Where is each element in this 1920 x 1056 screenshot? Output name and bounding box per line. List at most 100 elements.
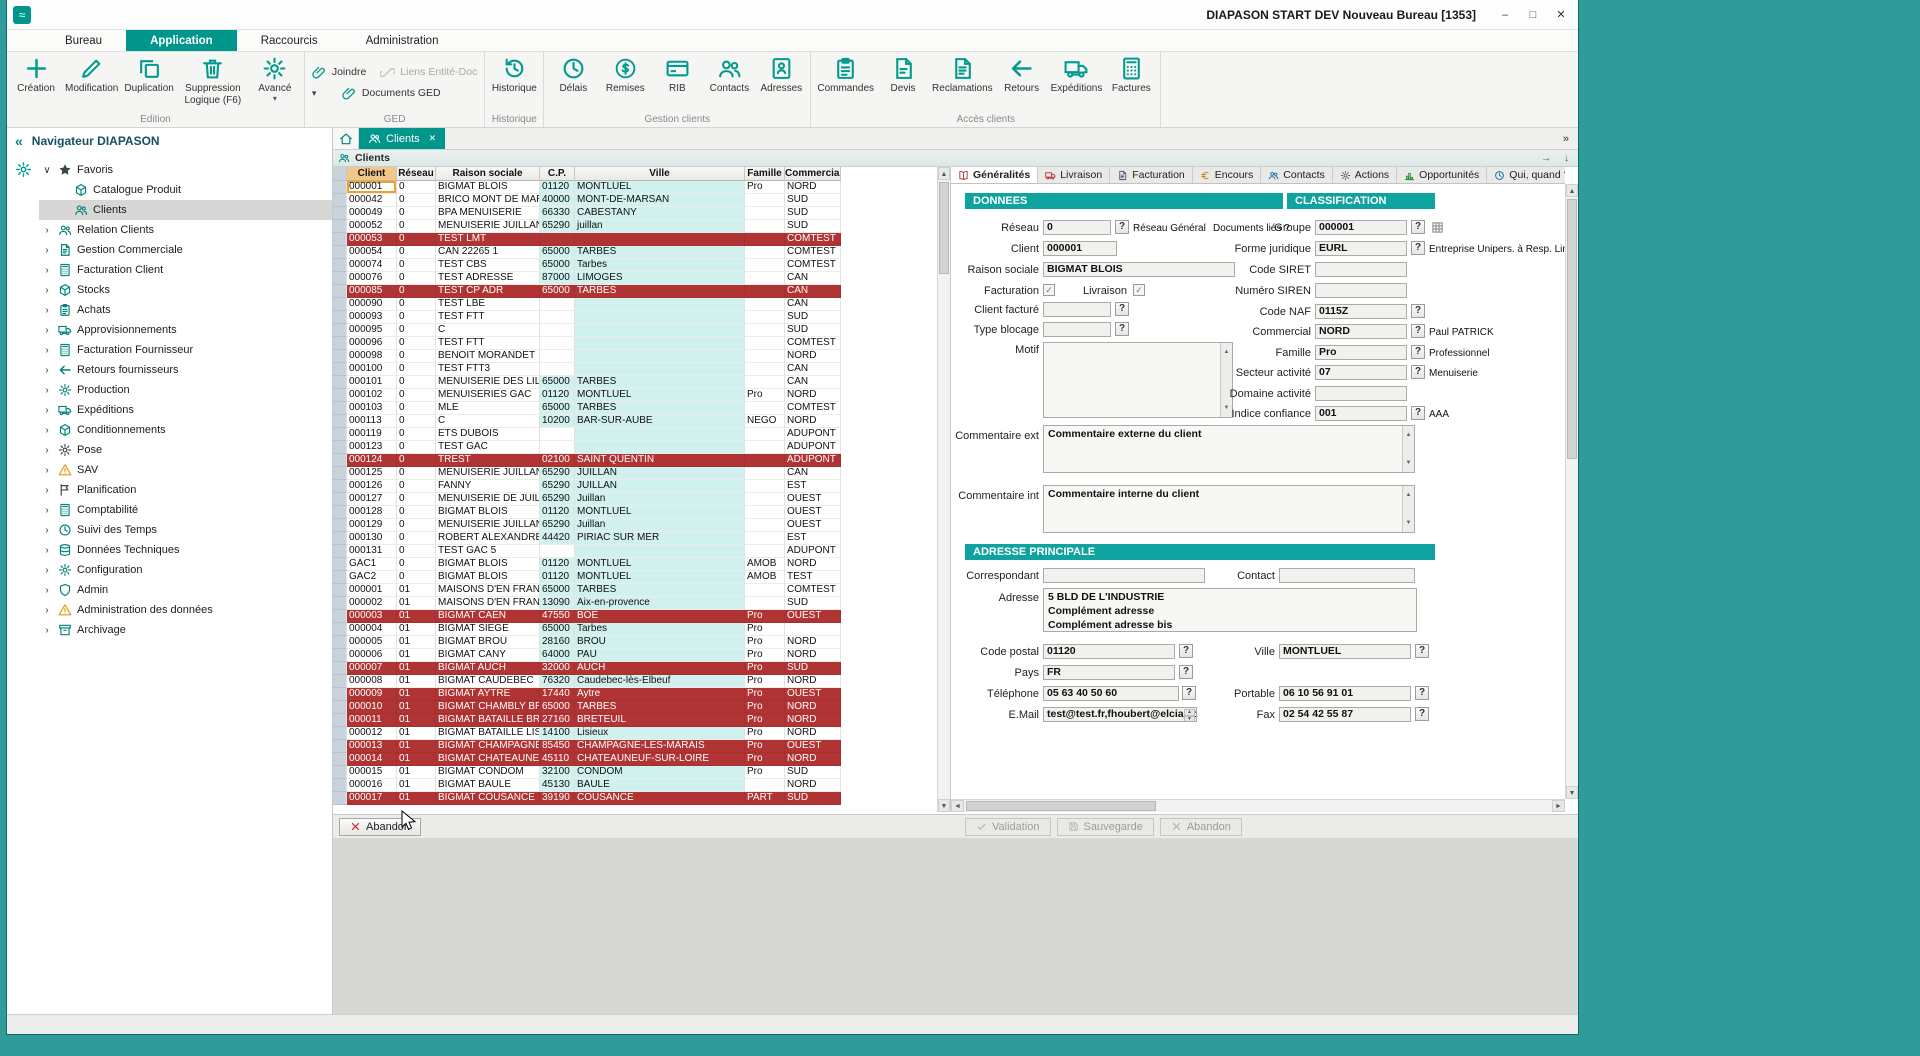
commercial-field[interactable]: NORD (1315, 324, 1407, 339)
table-row[interactable]: 00000701BIGMAT AUCH32000AUCHProSUD (333, 662, 950, 675)
table-row[interactable]: 00000501BIGMAT BROU28160BROUProNORD (333, 636, 950, 649)
row-selector[interactable] (333, 792, 347, 805)
email-spinner[interactable]: ▲▼ (1184, 709, 1195, 720)
groupe-help-button[interactable]: ? (1411, 220, 1425, 234)
row-selector[interactable] (333, 402, 347, 415)
ribbon-devis[interactable]: Devis (877, 53, 929, 112)
row-selector[interactable] (333, 376, 347, 389)
column-header-client[interactable]: Client (347, 167, 397, 181)
ville-help-button[interactable]: ? (1415, 644, 1429, 658)
row-selector[interactable] (333, 389, 347, 402)
famille-field[interactable]: Pro (1315, 345, 1407, 360)
portable-field[interactable]: 06 10 56 91 01 (1279, 686, 1411, 701)
row-selector[interactable] (333, 701, 347, 714)
table-row[interactable]: 0001300ROBERT ALEXANDRE EN44420PIRIAC SU… (333, 532, 950, 545)
type-blocage-help-button[interactable]: ? (1115, 322, 1129, 336)
column-header-re-seau[interactable]: Réseau (397, 167, 436, 181)
row-selector[interactable] (333, 311, 347, 324)
row-selector[interactable] (333, 519, 347, 532)
table-vertical-scrollbar[interactable]: ▲ ▼ (937, 167, 950, 812)
close-button[interactable]: ✕ (1548, 5, 1574, 25)
table-row[interactable]: 00001301BIGMAT CHAMPAGNE-LE85450CHAMPAGN… (333, 740, 950, 753)
row-selector[interactable] (333, 571, 347, 584)
sidebar-item-clients[interactable]: Clients (39, 200, 332, 220)
ribbon-avance[interactable]: Avancé▾ (249, 53, 301, 112)
table-row[interactable]: 00000101MAISONS D'EN FRANCE65000TARBESCO… (333, 584, 950, 597)
table-row[interactable]: 00000901BIGMAT AYTRE17440AytreProOUEST (333, 688, 950, 701)
table-row[interactable]: 0000540CAN 22265 165000TARBESCOMTEST (333, 246, 950, 259)
commentaire-ext-textarea[interactable]: Commentaire externe du client ▲▼ (1043, 425, 1415, 473)
forme-juridique-field[interactable]: EURL (1315, 241, 1407, 256)
minimize-button[interactable]: – (1492, 5, 1518, 25)
sidebar-item-archivage[interactable]: ›Archivage (39, 620, 332, 640)
table-row[interactable]: 0001030MLE65000TARBESCOMTEST (333, 402, 950, 415)
row-selector[interactable] (333, 779, 347, 792)
code-postal-help-button[interactable]: ? (1179, 644, 1193, 658)
row-selector[interactable] (333, 194, 347, 207)
table-row[interactable]: 0001230TEST GACADUPONT (333, 441, 950, 454)
scroll-down-icon[interactable]: ▼ (938, 799, 950, 812)
row-selector[interactable] (333, 688, 347, 701)
panel-tab-qui-quand[interactable]: Qui, quand ? (1487, 167, 1565, 183)
sidebar-item-facturation-client[interactable]: ›Facturation Client (39, 260, 332, 280)
ribbon-documents-ged[interactable]: Documents GED (342, 86, 441, 101)
indice-confiance-help-button[interactable]: ? (1411, 406, 1425, 420)
panel-vertical-scrollbar[interactable]: ▲ ▼ (1565, 184, 1578, 799)
sidebar-item-pose[interactable]: ›Pose (39, 440, 332, 460)
client-field[interactable]: 000001 (1043, 241, 1117, 256)
ville-field[interactable]: MONTLUEL (1279, 644, 1411, 659)
indice-confiance-field[interactable]: 001 (1315, 406, 1407, 421)
ribbon-liens-entite-doc[interactable]: Liens Entité-Doc (380, 65, 477, 80)
ribbon-modification[interactable]: Modification (62, 53, 121, 112)
sidebar-item-administration-des-donne-es[interactable]: ›Administration des données (39, 600, 332, 620)
ribbon-contacts[interactable]: Contacts (703, 53, 755, 112)
ribbon-rib[interactable]: RIB (651, 53, 703, 112)
table-row[interactable]: 0001190ETS DUBOISADUPONT (333, 428, 950, 441)
dock-down-icon[interactable]: ↓ (1560, 153, 1573, 164)
ribbon-duplication[interactable]: Duplication (121, 53, 176, 112)
row-selector[interactable] (333, 259, 347, 272)
client-facture-help-button[interactable]: ? (1115, 302, 1129, 316)
tab-overflow-button[interactable]: » (1554, 133, 1578, 145)
panel-tab-livraison[interactable]: Livraison (1038, 167, 1110, 183)
table-row[interactable]: 0000980BENOIT MORANDETNORD (333, 350, 950, 363)
table-row[interactable]: 0000960TEST FTTCOMTEST (333, 337, 950, 350)
row-selector[interactable] (333, 740, 347, 753)
sidebar-item-achats[interactable]: ›Achats (39, 300, 332, 320)
commentaire-int-textarea[interactable]: Commentaire interne du client ▲▼ (1043, 485, 1415, 533)
groupe-field[interactable]: 000001 (1315, 220, 1407, 235)
ribbon-suppression-logique-f6[interactable]: Suppression Logique (F6) (177, 53, 249, 112)
table-row[interactable]: 00001201BIGMAT BATAILLE LISIE14100Lisieu… (333, 727, 950, 740)
domaine-field[interactable] (1315, 386, 1407, 401)
table-row[interactable]: 0001260FANNY65290JUILLANEST (333, 480, 950, 493)
row-selector[interactable] (333, 350, 347, 363)
table-row[interactable]: 0000900TEST LBECAN (333, 298, 950, 311)
scroll-right-icon[interactable]: ► (1552, 800, 1565, 812)
panel-tab-actions[interactable]: Actions (1333, 167, 1397, 183)
ribbon-de-lais[interactable]: Délais (547, 53, 599, 112)
table-row[interactable]: 0000950CSUD (333, 324, 950, 337)
commercial-help-button[interactable]: ? (1411, 324, 1425, 338)
sauvegarde-button[interactable]: Sauvegarde (1057, 818, 1154, 836)
secteur-field[interactable]: 07 (1315, 365, 1407, 380)
row-selector[interactable] (333, 246, 347, 259)
table-row[interactable]: 00001701BIGMAT COUSANCE39190COUSANCEPART… (333, 792, 950, 805)
row-selector[interactable] (333, 545, 347, 558)
tab-close-icon[interactable]: ✕ (429, 133, 437, 144)
column-header-raison-sociale[interactable]: Raison sociale (436, 167, 540, 181)
table-row[interactable]: 0001000TEST FTT3CAN (333, 363, 950, 376)
table-row[interactable]: 0000530TEST LMTCOMTEST (333, 233, 950, 246)
row-selector[interactable] (333, 324, 347, 337)
column-header-commercial[interactable]: Commercial (785, 167, 841, 181)
table-row[interactable]: 0001020MENUISERIES GAC01120MONTLUELProNO… (333, 389, 950, 402)
column-header-c-p[interactable]: C.P. (540, 167, 575, 181)
row-selector[interactable] (333, 441, 347, 454)
table-row[interactable]: 0001130C10200BAR-SUR-AUBENEGONORD (333, 415, 950, 428)
row-selector[interactable] (333, 584, 347, 597)
table-row[interactable]: 0001010MENUISERIE DES LILAS65000TARBESCA… (333, 376, 950, 389)
menu-application[interactable]: Application (126, 30, 237, 51)
panel-horizontal-scrollbar[interactable]: ◄ ► (951, 799, 1565, 812)
telephone-field[interactable]: 05 63 40 50 60 (1043, 686, 1179, 701)
pays-help-button[interactable]: ? (1179, 665, 1193, 679)
table-row[interactable]: 00000201MAISONS D'EN FRANCE13090Aix-en-p… (333, 597, 950, 610)
